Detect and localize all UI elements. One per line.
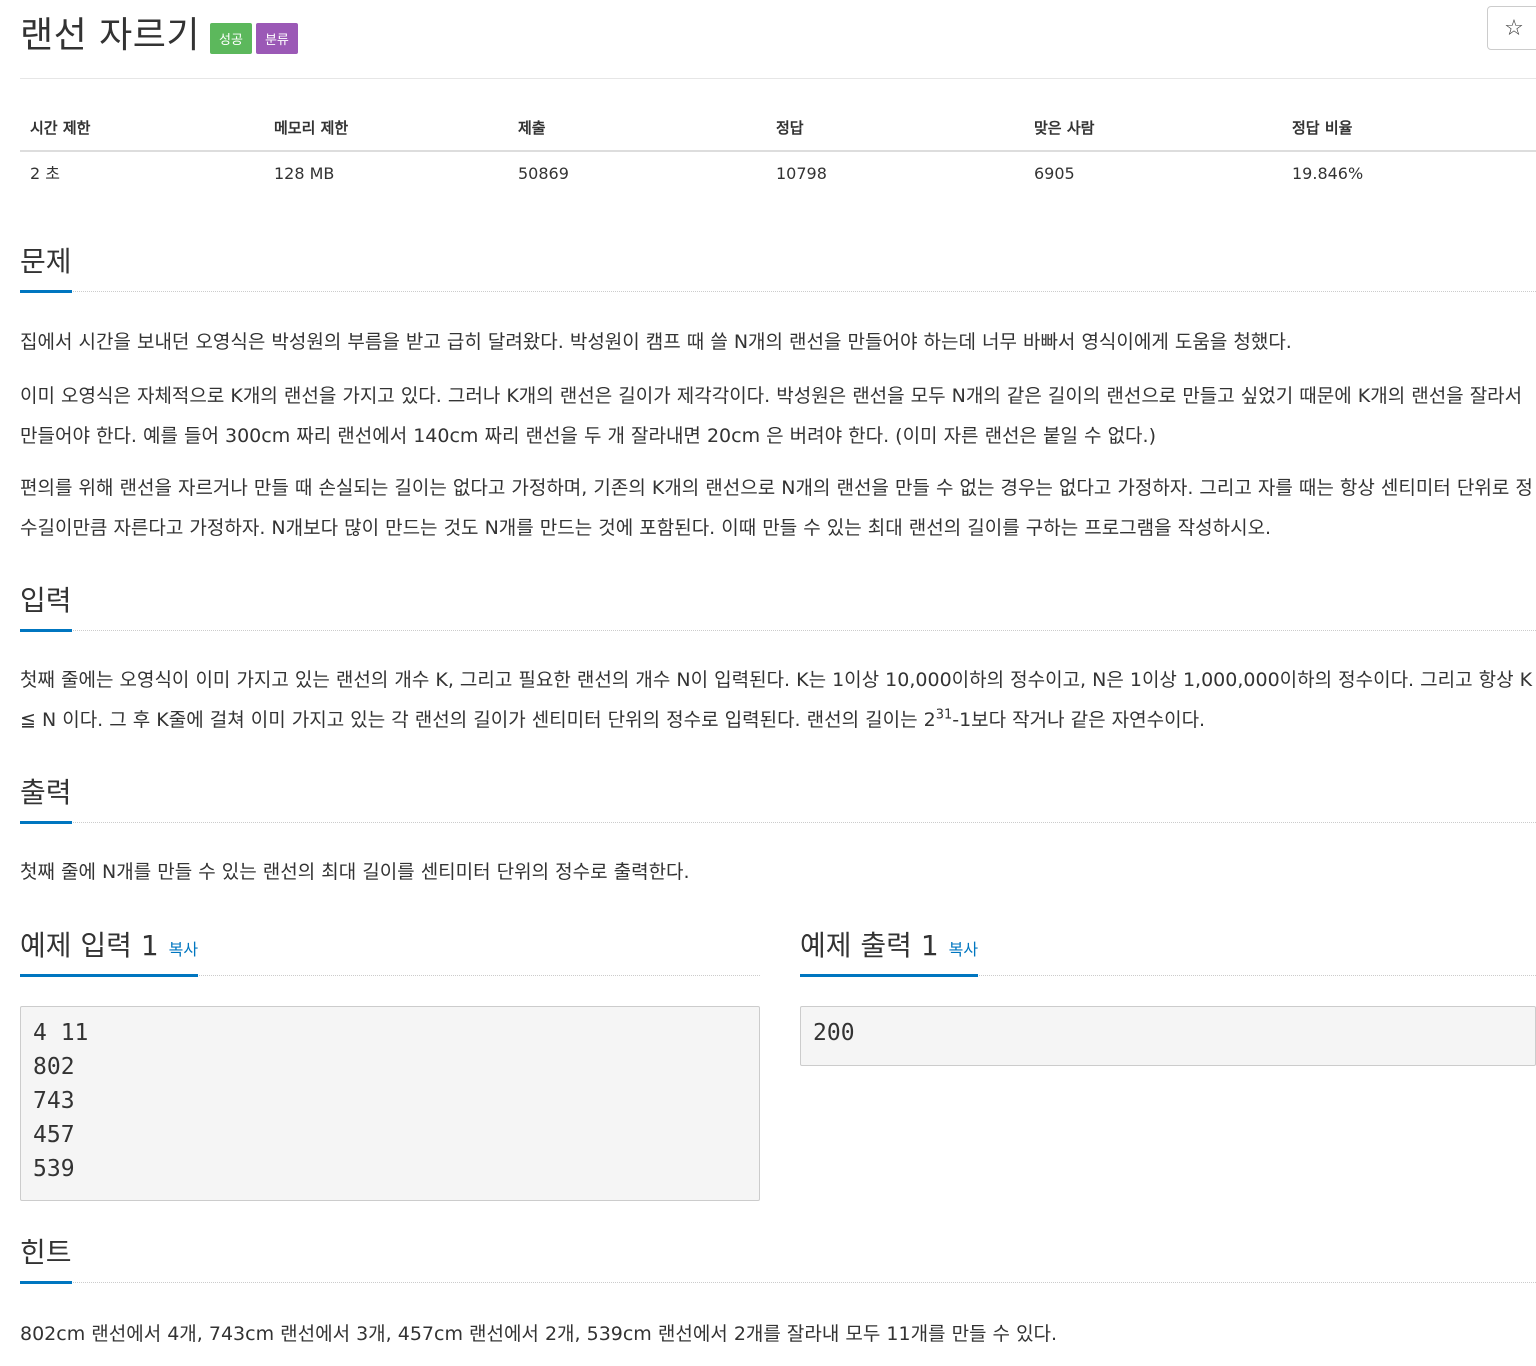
header-submissions: 제출 (518, 119, 546, 137)
input-heading: 입력 (20, 579, 72, 632)
category-badge[interactable]: 분류 (255, 22, 298, 54)
sample-input-copy-link[interactable]: 복사 (169, 940, 198, 959)
title-row: 랜선 자르기 성공 분류 (20, 6, 302, 58)
problem-description-2: 이미 오영식은 자체적으로 K개의 랜선을 가지고 있다. 그러나 K개의 랜선… (20, 385, 1523, 447)
header-solved-users: 맞은 사람 (1034, 119, 1095, 137)
output-description: 첫째 줄에 N개를 만들 수 있는 랜선의 최대 길이를 센티미터 단위의 정수… (20, 861, 690, 883)
input-text-before: 첫째 줄에는 오영식이 이미 가지고 있는 랜선의 개수 K, 그리고 필요한 … (20, 669, 1533, 731)
header-accept-ratio: 정답 비율 (1292, 119, 1353, 137)
problem-description-1: 집에서 시간을 보내던 오영식은 박성원의 부름을 받고 급히 달려왔다. 박성… (20, 331, 1292, 353)
input-exponent: 31 (935, 707, 953, 723)
output-heading: 출력 (20, 771, 72, 824)
success-badge[interactable]: 성공 (210, 22, 252, 54)
info-table-row: 2 초 128 MB 50869 10798 6905 19.846% (20, 152, 1536, 196)
header-time-limit: 시간 제한 (30, 119, 91, 137)
star-icon: ☆ (1504, 15, 1524, 41)
hint-section-header: 힌트 (20, 1231, 1536, 1284)
value-accept-ratio: 19.846% (1292, 164, 1364, 183)
hint-description: 802cm 랜선에서 4개, 743cm 랜선에서 3개, 457cm 랜선에서… (20, 1323, 1058, 1345)
sample-input-heading: 예제 입력 1 복사 (20, 924, 199, 977)
value-time-limit: 2 초 (30, 164, 60, 183)
sample-input-title: 예제 입력 1 (20, 929, 159, 962)
star-button[interactable]: ☆ (1487, 6, 1536, 50)
page-title: 랜선 자르기 (20, 15, 201, 56)
header-divider (20, 78, 1536, 79)
sample-output-box[interactable]: 200 (800, 1006, 1536, 1066)
header-memory-limit: 메모리 제한 (274, 119, 349, 137)
header-accepted: 정답 (776, 119, 804, 137)
input-description: 첫째 줄에는 오영식이 이미 가지고 있는 랜선의 개수 K, 그리고 필요한 … (20, 660, 1536, 740)
section-divider (20, 291, 1536, 292)
info-table-header: 시간 제한 메모리 제한 제출 정답 맞은 사람 정답 비율 (20, 108, 1536, 152)
problem-info-table: 시간 제한 메모리 제한 제출 정답 맞은 사람 정답 비율 2 초 128 M… (20, 108, 1536, 196)
sample-input-box[interactable]: 4 11 802 743 457 539 (20, 1006, 760, 1201)
output-section-header: 출력 (20, 771, 1536, 824)
sample-output-heading: 예제 출력 1 복사 (800, 924, 979, 977)
problem-section-header: 문제 (20, 240, 1536, 293)
value-solved-users: 6905 (1034, 164, 1075, 183)
sample-output-copy-link[interactable]: 복사 (949, 940, 978, 959)
section-divider (20, 630, 1536, 631)
value-memory-limit: 128 MB (274, 164, 335, 183)
sample-input-header: 예제 입력 1 복사 (20, 924, 760, 977)
problem-description-3: 편의를 위해 랜선을 자르거나 만들 때 손실되는 길이는 없다고 가정하며, … (20, 477, 1533, 539)
input-section-header: 입력 (20, 579, 1536, 632)
sample-output-title: 예제 출력 1 (800, 929, 939, 962)
value-submissions: 50869 (518, 164, 569, 183)
problem-heading: 문제 (20, 240, 72, 293)
sample-output-header: 예제 출력 1 복사 (800, 924, 1536, 977)
section-divider (20, 822, 1536, 823)
value-accepted: 10798 (776, 164, 827, 183)
input-text-after: -1보다 작거나 같은 자연수이다. (952, 709, 1206, 731)
hint-heading: 힌트 (20, 1231, 72, 1284)
section-divider (20, 1282, 1536, 1283)
